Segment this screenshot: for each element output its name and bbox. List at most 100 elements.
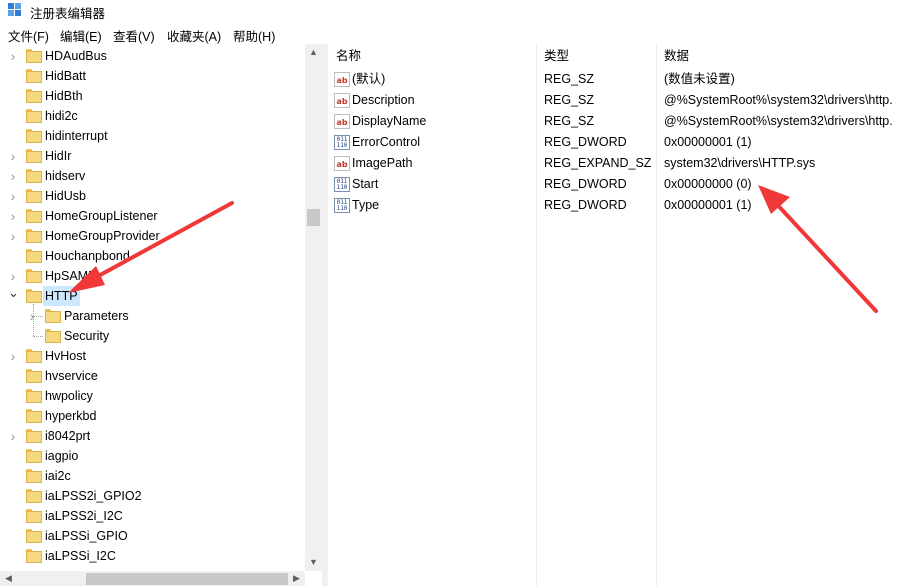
tree-vertical-scrollbar[interactable] (305, 44, 322, 571)
column-header-type[interactable]: 类型 (536, 44, 656, 68)
tree-item[interactable]: › HvHost (0, 346, 305, 366)
tree-vertical-scroll-thumb[interactable] (307, 209, 320, 226)
tree-item-label[interactable]: HvHost (45, 346, 86, 366)
tree-item[interactable]: iaLPSS2i_GPIO2 (0, 486, 305, 506)
tree-item-label[interactable]: hidserv (45, 166, 85, 186)
tree-item-label[interactable]: HidBatt (45, 66, 86, 86)
tree-item[interactable]: iai2c (0, 466, 305, 486)
chevron-right-icon[interactable]: › (8, 266, 18, 286)
tree-item[interactable]: › i8042prt (0, 426, 305, 446)
value-type: REG_DWORD (544, 177, 627, 191)
tree-item[interactable]: hidinterrupt (0, 126, 305, 146)
value-type: REG_DWORD (544, 135, 627, 149)
tree-item[interactable]: iagpio (0, 446, 305, 466)
value-name[interactable]: Description (352, 90, 415, 111)
tree-item-label[interactable]: iai2c (45, 466, 71, 486)
tree-item-label[interactable]: Security (64, 326, 109, 346)
chevron-right-icon[interactable]: › (8, 226, 18, 246)
value-name[interactable]: ErrorControl (352, 132, 420, 153)
column-header-name[interactable]: 名称 (328, 44, 536, 68)
tree-item-label[interactable]: hidinterrupt (45, 126, 108, 146)
tree-item-label[interactable]: HidUsb (45, 186, 86, 206)
chevron-right-icon[interactable]: › (8, 186, 18, 206)
menu-view[interactable]: 查看(V) (113, 26, 155, 45)
tree-item-label[interactable]: Parameters (64, 306, 129, 326)
menu-favorites[interactable]: 收藏夹(A) (167, 26, 221, 45)
tree-item[interactable]: › Parameters (0, 306, 305, 326)
tree-item[interactable]: iaLPSSi_GPIO (0, 526, 305, 546)
tree-item-label[interactable]: HpSAMD (45, 266, 97, 286)
value-row[interactable]: ab Description REG_SZ @%SystemRoot%\system3… (328, 90, 902, 111)
folder-icon (26, 289, 42, 303)
tree-item[interactable]: › hidserv (0, 166, 305, 186)
tree-item-label[interactable]: hyperkbd (45, 406, 96, 426)
scroll-right-arrow-icon[interactable]: ▶ (288, 571, 305, 586)
tree-item[interactable]: hyperkbd (0, 406, 305, 426)
tree-item[interactable]: hwpolicy (0, 386, 305, 406)
tree-item[interactable]: HidBatt (0, 66, 305, 86)
value-row[interactable]: ab DisplayName REG_SZ @%SystemRoot%\system3… (328, 111, 902, 132)
scroll-down-arrow-icon[interactable]: ▼ (305, 554, 322, 571)
scroll-left-arrow-icon[interactable]: ◀ (0, 571, 17, 586)
tree-item-label[interactable]: i8042prt (45, 426, 90, 446)
tree-item-label[interactable]: HomeGroupProvider (45, 226, 160, 246)
tree-item-label[interactable]: iaLPSSi_I2C (45, 546, 116, 566)
tree-item-label[interactable]: iaLPSSi_GPIO (45, 526, 128, 546)
tree-item-label[interactable]: iaLPSS2i_I2C (45, 506, 123, 526)
chevron-right-icon[interactable]: › (8, 346, 18, 366)
chevron-right-icon[interactable]: › (8, 166, 18, 186)
tree-item[interactable]: HidBth (0, 86, 305, 106)
menu-help[interactable]: 帮助(H) (233, 26, 275, 45)
chevron-right-icon[interactable]: › (8, 206, 18, 226)
tree-item[interactable]: hvservice (0, 366, 305, 386)
window-controls[interactable] (884, 0, 902, 22)
tree-item[interactable]: hidi2c (0, 106, 305, 126)
value-row[interactable]: ab (默认) REG_SZ (数值未设置) (328, 69, 902, 90)
tree-item[interactable]: Houchanpbond (0, 246, 305, 266)
tree-item-label[interactable]: iagpio (45, 446, 78, 466)
tree-item-label[interactable]: iaLPSS2i_GPIO2 (45, 486, 142, 506)
value-type: REG_SZ (544, 93, 595, 107)
tree-item[interactable]: › HpSAMD (0, 266, 305, 286)
value-name[interactable]: Start (352, 174, 378, 195)
chevron-down-icon[interactable]: ⌄ (8, 286, 19, 306)
tree-item[interactable]: iaLPSSi_I2C (0, 546, 305, 566)
value-row[interactable]: 011 110 Start REG_DWORD 0x00000000 (0) (328, 174, 902, 195)
tree-item[interactable]: › HomeGroupListener (0, 206, 305, 226)
binary-value-icon: 011 110 (334, 198, 350, 213)
scroll-up-arrow-icon[interactable]: ▲ (305, 44, 322, 61)
tree-item[interactable]: › HidUsb (0, 186, 305, 206)
chevron-right-icon[interactable]: › (8, 426, 18, 446)
tree-item-label[interactable]: Houchanpbond (45, 246, 130, 266)
tree-item[interactable]: › HDAudBus (0, 46, 305, 66)
tree-item-label[interactable]: HomeGroupListener (45, 206, 158, 226)
value-name[interactable]: DisplayName (352, 111, 426, 132)
menu-edit[interactable]: 编辑(E) (60, 26, 102, 45)
tree-item[interactable]: iaLPSS2i_I2C (0, 506, 305, 526)
chevron-right-icon[interactable]: › (8, 46, 18, 66)
menu-file[interactable]: 文件(F) (8, 26, 49, 45)
tree-item-label[interactable]: hwpolicy (45, 386, 93, 406)
tree-item[interactable]: Security (0, 326, 305, 346)
column-header-data[interactable]: 数据 (656, 44, 902, 68)
value-name[interactable]: (默认) (352, 69, 385, 90)
tree-item-label[interactable]: HidIr (45, 146, 71, 166)
folder-icon (26, 369, 42, 383)
value-row[interactable]: 011 110 ErrorControl REG_DWORD 0x00000001 (1… (328, 132, 902, 153)
tree-item-label[interactable]: HTTP (43, 286, 80, 306)
tree-item[interactable]: › HidIr (0, 146, 305, 166)
tree-item-label[interactable]: hvservice (45, 366, 98, 386)
value-row[interactable]: 011 110 Type REG_DWORD 0x00000001 (1) (328, 195, 902, 216)
registry-values-list[interactable]: 名称 类型 数据 ab (默认) REG_SZ (数值未设置) ab Descriptio… (328, 44, 902, 586)
value-name[interactable]: Type (352, 195, 379, 216)
value-row[interactable]: ab ImagePath REG_EXPAND_SZ system32\drivers… (328, 153, 902, 174)
value-name[interactable]: ImagePath (352, 153, 412, 174)
tree-item-label[interactable]: HDAudBus (45, 46, 107, 66)
tree-item[interactable]: › HomeGroupProvider (0, 226, 305, 246)
tree-item-label[interactable]: HidBth (45, 86, 83, 106)
chevron-right-icon[interactable]: › (8, 146, 18, 166)
tree-horizontal-scroll-thumb[interactable] (86, 573, 288, 585)
tree-item[interactable]: ⌄ HTTP (0, 286, 305, 306)
registry-key-tree[interactable]: › HDAudBus HidBatt HidBth hidi2c hidinterrupt… (0, 44, 322, 586)
tree-item-label[interactable]: hidi2c (45, 106, 78, 126)
